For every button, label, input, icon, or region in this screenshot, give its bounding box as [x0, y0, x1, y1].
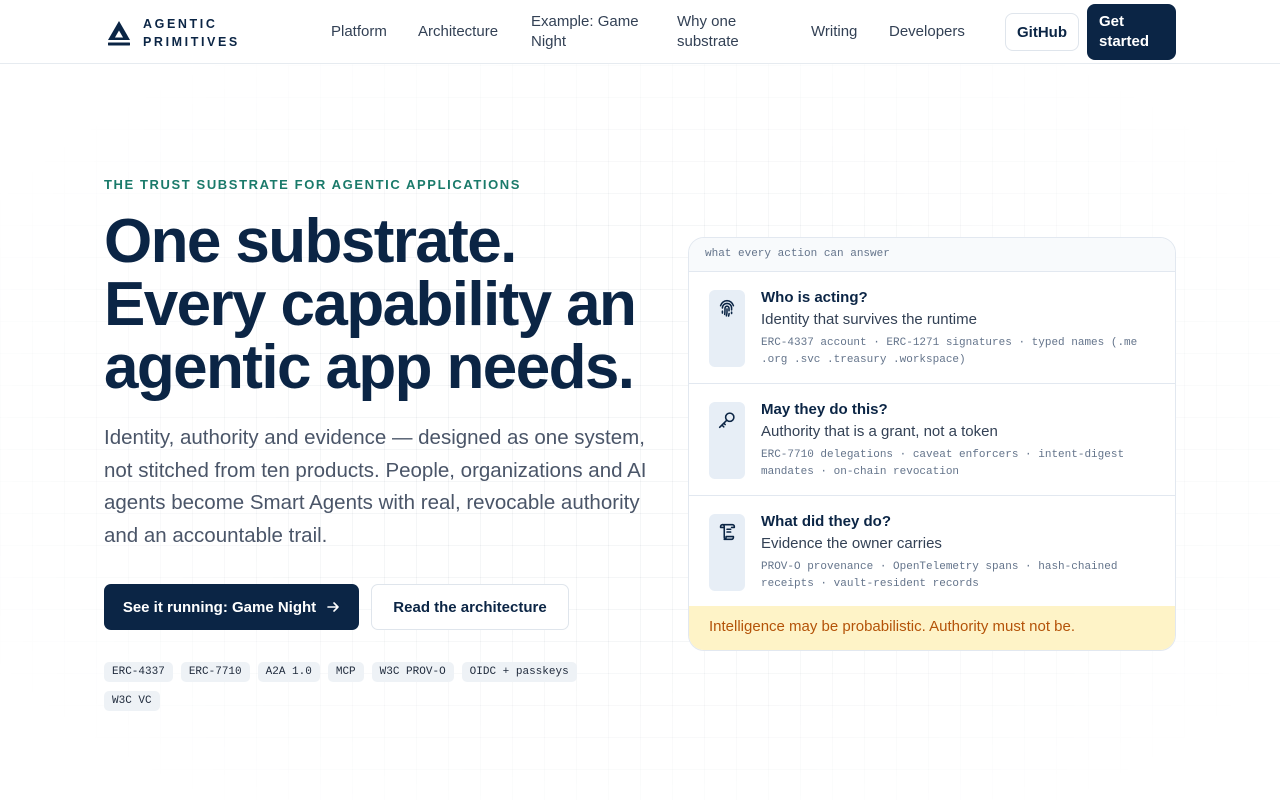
headline-line-1: One substrate. [104, 207, 517, 276]
tag-erc-7710: ERC-7710 [180, 662, 250, 682]
hero-subtitle: Identity, authority and evidence — desig… [104, 426, 647, 547]
nav-platform[interactable]: Platform [331, 22, 387, 42]
nav-writing[interactable]: Writing [811, 22, 857, 42]
get-started-line-1: Get [1099, 13, 1125, 30]
tag-a2a: A2A 1.0 [257, 662, 320, 682]
tag-w3c-vc: W3C VC [104, 691, 160, 711]
arrow-right-icon [327, 602, 339, 612]
row-title: Who is acting? [761, 289, 868, 306]
capabilities-card: what every action can answer Who is acti… [688, 237, 1176, 651]
logo-link[interactable]: AGENTIC PRIMITIVES [104, 15, 240, 51]
read-architecture-button[interactable]: Read the architecture [371, 584, 569, 630]
see-game-night-label: See it running: Game Night [122, 598, 317, 616]
card-footer-note: Intelligence may be probabilistic. Autho… [689, 606, 1175, 650]
nav-example-game-night[interactable]: Example: Game Night [531, 12, 639, 52]
triangle-logo-icon [108, 21, 130, 46]
card-row-evidence: What did they do? Evidence the owner car… [689, 496, 1175, 608]
row-meta: ERC-7710 delegations · caveat enforcers … [761, 449, 1125, 478]
row-icon-box [709, 290, 745, 367]
tag-erc-4337: ERC-4337 [104, 662, 173, 682]
nav-example-line-2: Night [531, 33, 567, 50]
row-icon-box [709, 402, 745, 479]
row-subtitle: Authority that is a grant, not a token [761, 423, 998, 440]
nav-why-line-1: Why one [677, 13, 737, 30]
row-meta: ERC-4337 account · ERC-1271 signatures ·… [761, 337, 1138, 366]
hero-eyebrow: THE TRUST SUBSTRATE FOR AGENTIC APPLICAT… [104, 177, 522, 192]
card-row-identity: Who is acting? Identity that survives th… [689, 272, 1175, 384]
key-icon [718, 412, 735, 429]
nav-why-line-2: substrate [677, 33, 739, 50]
site-header: AGENTIC PRIMITIVES Platform Architecture… [0, 0, 1280, 64]
headline-line-2: Every capability an [104, 270, 637, 339]
card-row-authority: May they do this? Authority that is a gr… [689, 384, 1175, 496]
fingerprint-icon [719, 299, 735, 317]
logo-line-2: PRIMITIVES [143, 35, 240, 49]
tag-oidc-passkeys: OIDC + passkeys [461, 662, 577, 682]
row-meta: PROV-O provenance · OpenTelemetry spans … [761, 561, 1118, 590]
row-title: What did they do? [761, 513, 891, 530]
logo-wordmark: AGENTIC PRIMITIVES [143, 15, 240, 51]
scroll-icon [719, 523, 736, 541]
row-subtitle: Evidence the owner carries [761, 535, 942, 552]
hero-headline: One substrate. Every capability an agent… [104, 210, 684, 399]
standards-tag-list: ERC-4337 ERC-7710 A2A 1.0 MCP W3C PROV-O… [104, 662, 624, 711]
get-started-line-2: started [1099, 33, 1150, 50]
logo-line-1: AGENTIC [143, 17, 218, 31]
headline-line-3: agentic app needs. [104, 333, 635, 402]
row-subtitle: Identity that survives the runtime [761, 311, 977, 328]
github-button[interactable]: GitHub [1005, 13, 1079, 51]
get-started-button[interactable]: Get started [1087, 4, 1176, 60]
row-icon-box [709, 514, 745, 591]
nav-why-one-substrate[interactable]: Why one substrate [677, 12, 739, 52]
card-header: what every action can answer [689, 238, 1175, 272]
nav-example-line-1: Example: Game [531, 13, 639, 30]
row-title: May they do this? [761, 401, 888, 418]
tag-w3c-prov-o: W3C PROV-O [371, 662, 454, 682]
tag-mcp: MCP [327, 662, 364, 682]
see-game-night-button[interactable]: See it running: Game Night [104, 584, 359, 630]
nav-developers[interactable]: Developers [889, 22, 965, 42]
nav-architecture[interactable]: Architecture [418, 22, 498, 42]
